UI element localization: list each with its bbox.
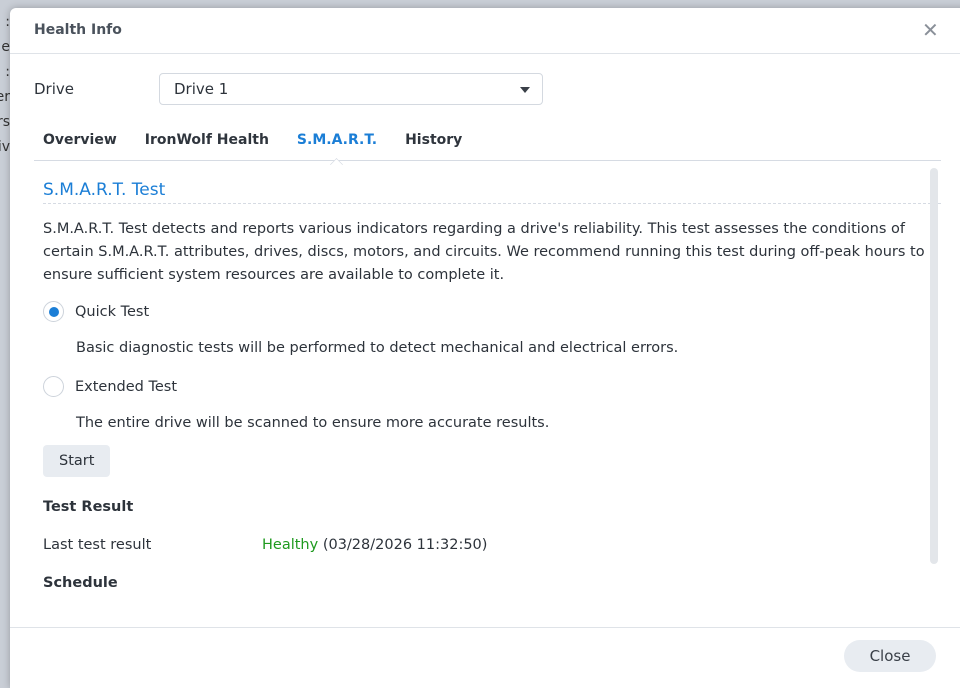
schedule-heading: Schedule bbox=[43, 575, 118, 591]
chevron-down-icon bbox=[520, 87, 530, 93]
extended-test-option[interactable]: Extended Test bbox=[43, 376, 941, 397]
dialog-header: Health Info ✕ bbox=[10, 8, 960, 54]
drive-row: Drive Drive 1 bbox=[34, 73, 543, 105]
extended-test-label: Extended Test bbox=[75, 378, 178, 395]
tab-history[interactable]: History bbox=[396, 128, 471, 160]
quick-test-detail: Basic diagnostic tests will be performed… bbox=[76, 340, 679, 356]
drive-select[interactable]: Drive 1 bbox=[159, 73, 543, 105]
bg-fragment: iv bbox=[0, 139, 10, 155]
quick-test-label: Quick Test bbox=[75, 303, 150, 320]
tab-bar: Overview IronWolf Health S.M.A.R.T. Hist… bbox=[34, 128, 941, 161]
bg-fragment: er bbox=[0, 89, 10, 105]
scrollbar[interactable] bbox=[930, 168, 938, 564]
health-info-dialog: Health Info ✕ Drive Drive 1 Overview Iro… bbox=[10, 8, 960, 688]
tab-smart[interactable]: S.M.A.R.T. bbox=[288, 128, 386, 160]
bg-fragment: rs bbox=[0, 114, 10, 130]
quick-test-option[interactable]: Quick Test bbox=[43, 301, 941, 322]
section-title: S.M.A.R.T. Test bbox=[43, 168, 941, 204]
tab-overview[interactable]: Overview bbox=[34, 128, 126, 160]
bg-fragment: e: bbox=[0, 39, 10, 55]
last-result-row: Last test result Healthy (03/28/2026 11:… bbox=[43, 537, 941, 553]
close-icon[interactable]: ✕ bbox=[922, 18, 939, 42]
radio-selected[interactable] bbox=[43, 301, 64, 322]
dialog-title: Health Info bbox=[34, 22, 122, 38]
bg-fragment: : bbox=[5, 64, 10, 80]
radio-unselected[interactable] bbox=[43, 376, 64, 397]
last-result-label: Last test result bbox=[43, 537, 152, 553]
bg-fragment: : bbox=[5, 14, 10, 30]
tab-ironwolf-health[interactable]: IronWolf Health bbox=[136, 128, 278, 160]
background-window-text: : e: : er rs iv bbox=[0, 10, 10, 160]
drive-select-value: Drive 1 bbox=[174, 80, 229, 98]
smart-panel: S.M.A.R.T. Test S.M.A.R.T. Test detects … bbox=[43, 168, 941, 591]
drive-label: Drive bbox=[34, 80, 74, 98]
dialog-footer: Close bbox=[10, 627, 960, 688]
close-button[interactable]: Close bbox=[844, 640, 936, 672]
last-result-time: (03/28/2026 11:32:50) bbox=[322, 537, 488, 553]
extended-test-detail: The entire drive will be scanned to ensu… bbox=[76, 415, 550, 431]
description: S.M.A.R.T. Test detects and reports vari… bbox=[43, 221, 925, 283]
start-button[interactable]: Start bbox=[43, 445, 111, 477]
status-healthy: Healthy bbox=[262, 537, 319, 553]
test-result-heading: Test Result bbox=[43, 499, 134, 515]
